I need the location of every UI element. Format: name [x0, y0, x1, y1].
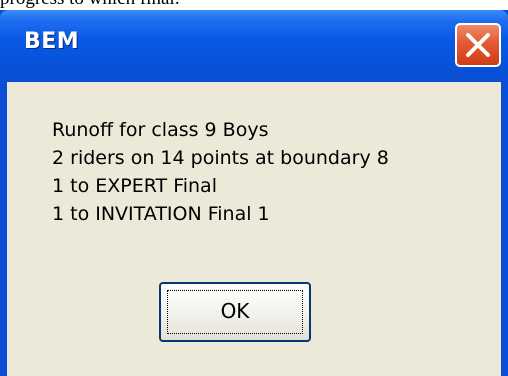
title-bar[interactable]: BEM [0, 10, 508, 82]
message-line: 2 riders on 14 points at boundary 8 [52, 147, 389, 169]
message-line: 1 to INVITATION Final 1 [52, 203, 270, 225]
close-button[interactable] [455, 23, 501, 67]
close-x-icon [466, 33, 490, 57]
message-dialog: BEM Runoff for class 9 Boys 2 riders on … [0, 10, 508, 376]
dialog-title: BEM [24, 29, 80, 54]
page-caption-text: progress to which final: [0, 0, 180, 10]
message-text: Runoff for class 9 Boys 2 riders on 14 p… [52, 116, 389, 228]
ok-button[interactable]: OK [159, 282, 311, 342]
dialog-body: Runoff for class 9 Boys 2 riders on 14 p… [7, 82, 501, 376]
ok-button-label: OK [220, 299, 250, 323]
message-line: Runoff for class 9 Boys [52, 119, 269, 141]
message-line: 1 to EXPERT Final [52, 175, 217, 197]
